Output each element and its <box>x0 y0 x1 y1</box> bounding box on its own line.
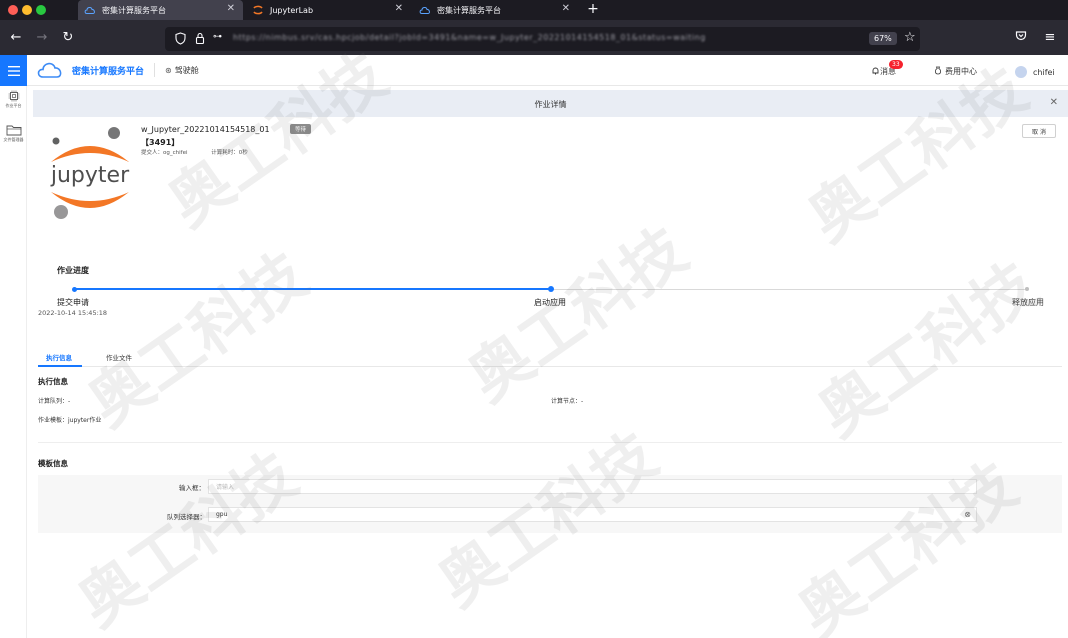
back-arrow-icon[interactable]: ← <box>8 30 24 46</box>
tab-title: 密集计算服务平台 <box>437 5 501 15</box>
close-window-button[interactable] <box>8 5 18 15</box>
step-label-release: 释放应用 <box>1012 298 1044 307</box>
close-icon[interactable]: ✕ <box>395 3 403 14</box>
status-badge: 等待 <box>290 124 312 134</box>
bookmark-star-icon[interactable]: ☆ <box>904 30 916 45</box>
step-dot-start <box>548 286 554 292</box>
watermark: 奥工科技 <box>804 248 1050 451</box>
progress-line-todo <box>552 289 1027 290</box>
browser-tab-bar: 密集计算服务平台 ✕ JupyterLab ✕ 密集计算服务平台 ✕ + <box>0 0 1068 20</box>
job-name: w_Jupyter_20221014154518_01 <box>141 125 270 134</box>
pocket-icon[interactable] <box>1013 30 1029 46</box>
bell-icon <box>872 67 879 77</box>
folder-icon <box>0 124 27 137</box>
tab-job-files[interactable]: 作业文件 <box>106 352 132 362</box>
job-duration: 计算耗时：0秒 <box>211 150 248 156</box>
app-name[interactable]: 密集计算服务平台 <box>72 64 144 77</box>
progress-title: 作业进度 <box>57 266 89 275</box>
job-submitter: 提交人：og_chifei <box>141 150 188 156</box>
tab-title: 密集计算服务平台 <box>102 5 166 15</box>
exec-queue: 计算队列：- <box>38 398 71 405</box>
chip-icon <box>0 90 27 103</box>
sidebar-item-label: 作业平台 <box>5 103 22 108</box>
queue-select-value: gpu <box>216 511 228 518</box>
browser-tab-1[interactable]: 密集计算服务平台 ✕ <box>78 0 243 20</box>
step-dot-submit <box>72 287 77 292</box>
app-header <box>0 55 1068 86</box>
hamburger-icon <box>7 65 20 76</box>
forward-arrow-icon[interactable]: → <box>34 30 50 46</box>
progress-line-done <box>75 288 550 290</box>
close-icon[interactable]: ✕ <box>562 3 570 14</box>
job-id: 【3491】 <box>141 138 180 147</box>
reload-icon[interactable]: ↻ <box>60 30 76 46</box>
sidebar-item-file-manager[interactable]: 文件管理器 <box>0 124 27 143</box>
browser-tab-2[interactable]: JupyterLab ✕ <box>246 0 411 20</box>
page-title: 作业详情 <box>534 100 567 109</box>
url-bar[interactable]: ⊶ https://nimbus.srv/cas.hpcjob/detail?j… <box>165 27 920 51</box>
zoom-level-badge[interactable]: 67% <box>869 32 897 45</box>
billing-label: 费用中心 <box>945 67 977 76</box>
queue-select[interactable]: gpu ⊗ <box>208 507 977 522</box>
cloud-icon <box>419 4 431 16</box>
sidebar-item-job-platform[interactable]: 作业平台 <box>0 90 27 109</box>
template-info-title: 模板信息 <box>38 459 68 468</box>
cloud-logo-icon <box>36 61 64 81</box>
user-menu[interactable]: chifei <box>1015 66 1055 78</box>
step-time-submit: 2022-10-14 15:45:18 <box>38 309 108 317</box>
job-detail-header: 作业详情 ✕ <box>33 90 1068 117</box>
exec-info-title: 执行信息 <box>38 377 68 386</box>
input-field-label: 输入框： <box>179 484 205 492</box>
money-bag-icon <box>934 66 942 77</box>
exec-node: 计算节点：- <box>551 398 584 405</box>
hamburger-menu-icon[interactable]: ≡ <box>1042 30 1058 46</box>
jupyter-icon <box>252 4 264 16</box>
queue-selector-label: 队列选择器： <box>167 513 206 521</box>
shield-icon[interactable] <box>175 32 186 47</box>
text-input-field[interactable]: 请输入 <box>208 479 977 494</box>
maximize-window-button[interactable] <box>36 5 46 15</box>
new-tab-button[interactable]: + <box>585 1 601 17</box>
sidebar-item-label: 文件管理器 <box>3 137 24 142</box>
header-divider <box>154 63 155 77</box>
step-dot-release <box>1025 287 1029 291</box>
step-label-start: 启动应用 <box>534 298 566 307</box>
username: chifei <box>1033 67 1055 77</box>
tab-exec-info[interactable]: 执行信息 <box>46 352 72 362</box>
tab-title: JupyterLab <box>270 5 314 15</box>
menu-toggle-button[interactable] <box>0 55 27 86</box>
watermark: 奥工科技 <box>784 448 1030 638</box>
exec-template: 作业模板：jupyter作业 <box>38 417 102 424</box>
clear-circle-icon[interactable]: ⊗ <box>964 510 971 519</box>
browser-tab-3[interactable]: 密集计算服务平台 ✕ <box>413 0 578 20</box>
cockpit-link[interactable]: ⊛ 驾驶舱 <box>165 65 199 76</box>
section-divider <box>38 442 1062 443</box>
step-label-submit: 提交申请 <box>57 298 89 307</box>
detail-tabs: 执行信息 作业文件 <box>38 350 1062 367</box>
jupyter-logo: jupyter <box>48 124 132 222</box>
minimize-window-button[interactable] <box>22 5 32 15</box>
dashboard-icon: ⊛ <box>165 66 172 75</box>
permissions-icon[interactable]: ⊶ <box>213 32 222 42</box>
billing-link[interactable]: 费用中心 <box>934 66 977 77</box>
avatar <box>1015 66 1027 78</box>
close-icon[interactable]: ✕ <box>227 3 235 14</box>
left-sidebar: 作业平台 文件管理器 <box>0 86 27 638</box>
cockpit-label: 驾驶舱 <box>174 66 199 75</box>
message-count-badge: 33 <box>889 60 903 69</box>
cloud-icon <box>84 4 96 16</box>
active-tab-indicator <box>38 365 82 367</box>
lock-icon[interactable] <box>195 32 205 47</box>
close-icon[interactable]: ✕ <box>1050 97 1058 108</box>
url-text[interactable]: https://nimbus.srv/cas.hpcjob/detail?job… <box>233 33 706 42</box>
job-meta: 提交人：og_chifei 计算耗时：0秒 <box>141 148 248 156</box>
watermark: 奥工科技 <box>454 213 700 416</box>
cancel-button[interactable]: 取 消 <box>1022 124 1056 138</box>
watermark: 奥工科技 <box>74 238 320 441</box>
jupyter-wordmark: jupyter <box>50 163 130 188</box>
